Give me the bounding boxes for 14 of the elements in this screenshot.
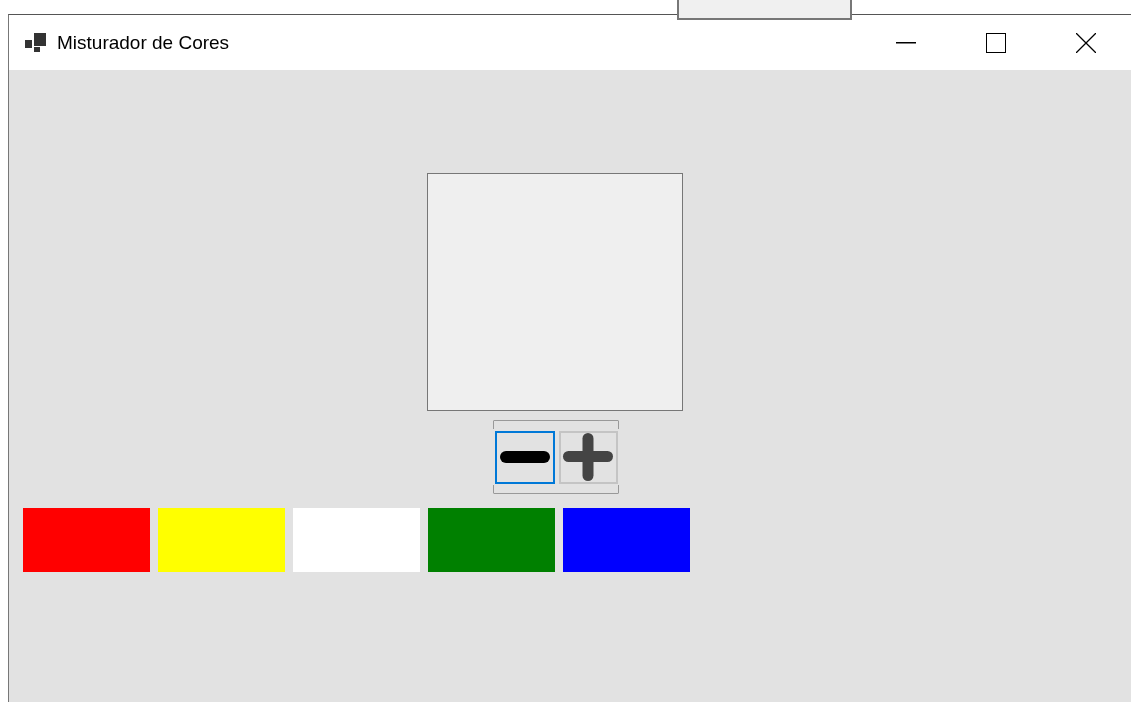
decrease-button[interactable] — [495, 430, 555, 484]
color-swatch[interactable] — [563, 508, 690, 572]
app-icon — [25, 32, 47, 53]
maximize-icon — [986, 32, 1006, 53]
close-icon — [1076, 32, 1096, 53]
increase-button[interactable] — [558, 430, 618, 484]
color-swatch[interactable] — [23, 508, 150, 572]
minimize-icon — [896, 41, 916, 44]
window-title: Misturador de Cores — [57, 31, 230, 54]
color-swatch[interactable] — [158, 508, 285, 572]
plus-icon — [562, 433, 615, 481]
color-swatch[interactable] — [293, 508, 420, 572]
minus-icon — [498, 450, 551, 464]
color-swatch[interactable] — [428, 508, 555, 572]
